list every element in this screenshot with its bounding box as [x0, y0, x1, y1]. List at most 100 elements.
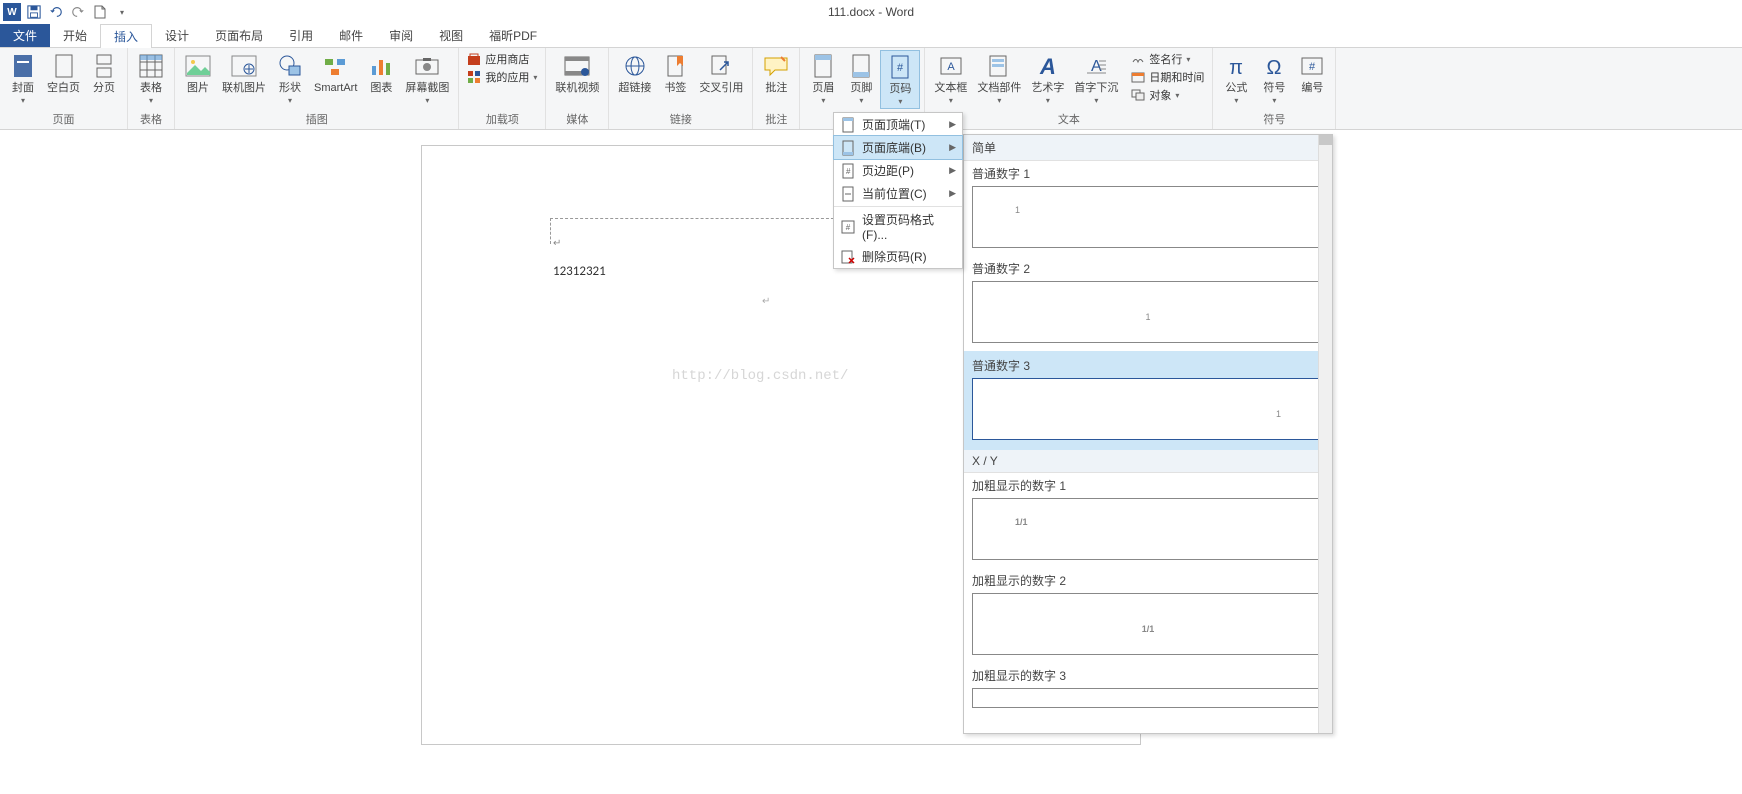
- header-button[interactable]: 页眉 ▾: [804, 50, 842, 107]
- page-break-button[interactable]: 分页: [85, 50, 123, 97]
- shapes-button[interactable]: 形状 ▾: [271, 50, 309, 107]
- page-top-icon: [840, 117, 856, 133]
- document-content[interactable]: 12312321: [553, 264, 606, 279]
- chart-button[interactable]: 图表: [362, 50, 400, 97]
- bookmark-button[interactable]: 书签: [656, 50, 694, 97]
- page-number-gallery: 简单 普通数字 1 1 普通数字 2 1 普通数字 3 1 X / Y 加粗显示…: [963, 134, 1333, 734]
- tab-design[interactable]: 设计: [152, 24, 202, 47]
- table-button[interactable]: 表格 ▾: [132, 50, 170, 107]
- svg-text:#: #: [897, 62, 904, 74]
- page-number-icon: #: [886, 53, 914, 81]
- datetime-icon: [1131, 70, 1145, 84]
- menu-format-pagenum[interactable]: # 设置页码格式(F)...: [834, 208, 962, 245]
- quick-parts-button[interactable]: 文档部件 ▾: [972, 50, 1026, 107]
- redo-icon[interactable]: [68, 2, 88, 22]
- group-text: A 文本框 ▾ 文档部件 ▾ A 艺术字 ▾ A 首字下沉 ▾: [925, 48, 1213, 129]
- online-picture-button[interactable]: 联机图片: [217, 50, 271, 97]
- screenshot-button[interactable]: 屏幕截图 ▾: [400, 50, 454, 107]
- smartart-button[interactable]: SmartArt: [309, 50, 362, 97]
- chart-icon: [367, 52, 395, 80]
- chevron-down-icon: ▾: [898, 97, 902, 106]
- menu-page-bottom[interactable]: 页面底端(B) ▶: [833, 135, 963, 160]
- number-icon: #: [1298, 52, 1326, 80]
- gallery-item-bold2[interactable]: 加粗显示的数字 2 1/1: [964, 568, 1332, 655]
- chevron-down-icon: ▾: [1234, 96, 1238, 105]
- hyperlink-button[interactable]: 超链接: [613, 50, 656, 97]
- tab-review[interactable]: 审阅: [376, 24, 426, 47]
- datetime-button[interactable]: 日期和时间: [1127, 68, 1208, 86]
- gallery-section-xy: X / Y: [964, 450, 1332, 473]
- tab-references[interactable]: 引用: [276, 24, 326, 47]
- group-symbols: π 公式 ▾ Ω 符号 ▾ # 编号 符号: [1213, 48, 1336, 129]
- chevron-down-icon: ▾: [149, 96, 153, 105]
- wordart-button[interactable]: A 艺术字 ▾: [1026, 50, 1069, 107]
- word-logo: W: [2, 2, 22, 22]
- quick-access-toolbar: W ▾: [0, 2, 132, 22]
- paragraph-mark: ↵: [762, 296, 770, 307]
- new-doc-icon[interactable]: [90, 2, 110, 22]
- tab-mailings[interactable]: 邮件: [326, 24, 376, 47]
- scrollbar-thumb[interactable]: [1319, 135, 1332, 145]
- header-icon: [809, 52, 837, 80]
- crossref-icon: [707, 52, 735, 80]
- tab-layout[interactable]: 页面布局: [202, 24, 276, 47]
- gallery-item-plain2[interactable]: 普通数字 2 1: [964, 256, 1332, 343]
- cover-page-button[interactable]: 封面 ▾: [4, 50, 42, 107]
- svg-text:Ω: Ω: [1267, 57, 1282, 78]
- dropcap-button[interactable]: A 首字下沉 ▾: [1069, 50, 1123, 107]
- undo-icon[interactable]: [46, 2, 66, 22]
- store-button[interactable]: 应用商店: [463, 50, 541, 68]
- menu-separator: [834, 206, 962, 207]
- save-icon[interactable]: [24, 2, 44, 22]
- menu-current-position[interactable]: 当前位置(C) ▶: [834, 182, 962, 205]
- number-button[interactable]: # 编号: [1293, 50, 1331, 97]
- object-button[interactable]: 对象 ▾: [1127, 86, 1208, 104]
- group-comments: 批注 批注: [753, 48, 800, 129]
- table-icon: [137, 52, 165, 80]
- menu-page-top[interactable]: 页面顶端(T) ▶: [834, 113, 962, 136]
- tab-file[interactable]: 文件: [0, 24, 50, 47]
- signature-button[interactable]: 签名行 ▾: [1127, 50, 1208, 68]
- tab-insert[interactable]: 插入: [100, 24, 152, 48]
- gallery-scrollbar[interactable]: [1318, 135, 1332, 733]
- dropcap-icon: A: [1082, 52, 1110, 80]
- textbox-button[interactable]: A 文本框 ▾: [929, 50, 972, 107]
- tab-view[interactable]: 视图: [426, 24, 476, 47]
- gallery-item-bold1[interactable]: 加粗显示的数字 1 1/1: [964, 473, 1332, 560]
- object-icon: [1131, 88, 1145, 102]
- blank-page-icon: [50, 52, 78, 80]
- gallery-item-plain1[interactable]: 普通数字 1 1: [964, 161, 1332, 248]
- gallery-section-simple: 简单: [964, 135, 1332, 161]
- gallery-preview: 1: [972, 281, 1324, 343]
- gallery-preview: 1: [972, 186, 1324, 248]
- chevron-down-icon: ▾: [949, 96, 953, 105]
- gallery-preview: [972, 688, 1324, 708]
- svg-text:#: #: [1309, 61, 1316, 73]
- menu-page-margins[interactable]: # 页边距(P) ▶: [834, 159, 962, 182]
- blank-page-button[interactable]: 空白页: [42, 50, 85, 97]
- page-number-button[interactable]: # 页码 ▾: [880, 50, 920, 109]
- menu-remove-pagenum[interactable]: 删除页码(R): [834, 245, 962, 268]
- online-video-button[interactable]: 联机视频: [550, 50, 604, 97]
- current-position-icon: [840, 186, 856, 202]
- cover-page-icon: [9, 52, 37, 80]
- submenu-arrow-icon: ▶: [949, 119, 956, 130]
- picture-button[interactable]: 图片: [179, 50, 217, 97]
- tab-home[interactable]: 开始: [50, 24, 100, 47]
- gallery-item-plain3[interactable]: 普通数字 3 1: [964, 351, 1332, 450]
- group-label-symbols: 符号: [1217, 110, 1331, 129]
- chevron-down-icon: ▾: [997, 96, 1001, 105]
- title-bar: W ▾ 111.docx - Word: [0, 0, 1742, 24]
- symbol-button[interactable]: Ω 符号 ▾: [1255, 50, 1293, 107]
- crossref-button[interactable]: 交叉引用: [694, 50, 748, 97]
- bookmark-icon: [661, 52, 689, 80]
- svg-text:#: #: [846, 167, 851, 176]
- comment-button[interactable]: 批注: [757, 50, 795, 97]
- qat-customize-icon[interactable]: ▾: [112, 2, 132, 22]
- tab-foxit[interactable]: 福昕PDF: [476, 24, 550, 47]
- gallery-item-bold3[interactable]: 加粗显示的数字 3: [964, 663, 1332, 708]
- myapps-button[interactable]: 我的应用 ▾: [463, 68, 541, 86]
- hyperlink-icon: [621, 52, 649, 80]
- footer-button[interactable]: 页脚 ▾: [842, 50, 880, 107]
- equation-button[interactable]: π 公式 ▾: [1217, 50, 1255, 107]
